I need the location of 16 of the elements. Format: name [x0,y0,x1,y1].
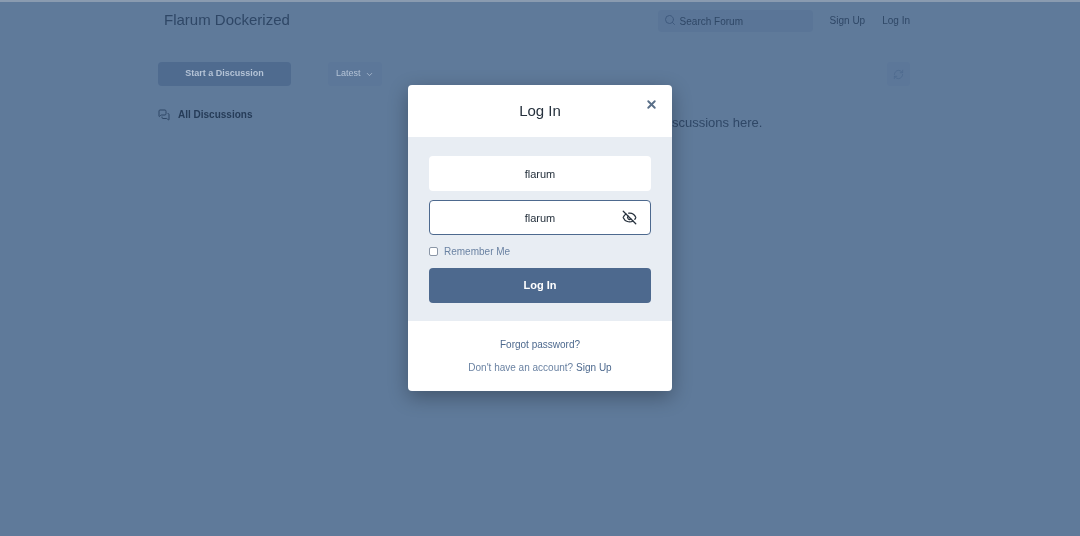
signup-link[interactable]: Sign Up [576,360,612,375]
start-discussion-button[interactable]: Start a Discussion [158,62,291,86]
remember-checkbox[interactable] [429,247,438,256]
username-field[interactable]: flarum [429,156,651,191]
password-field[interactable]: flarum [429,200,651,235]
sort-dropdown[interactable]: Latest [328,62,382,86]
discussions-icon [158,108,170,121]
signup-prompt: Don't have an account? [468,361,574,375]
forgot-password-link[interactable]: Forgot password? [499,337,580,352]
login-button[interactable]: Log In [429,268,651,303]
hide-password-icon[interactable] [622,210,637,225]
remember-label: Remember Me [444,245,511,259]
search-icon [663,13,676,26]
close-button[interactable] [645,98,658,111]
dialog-title: Log In [519,100,561,121]
sidebar-item[interactable]: All Discussions [178,107,253,122]
